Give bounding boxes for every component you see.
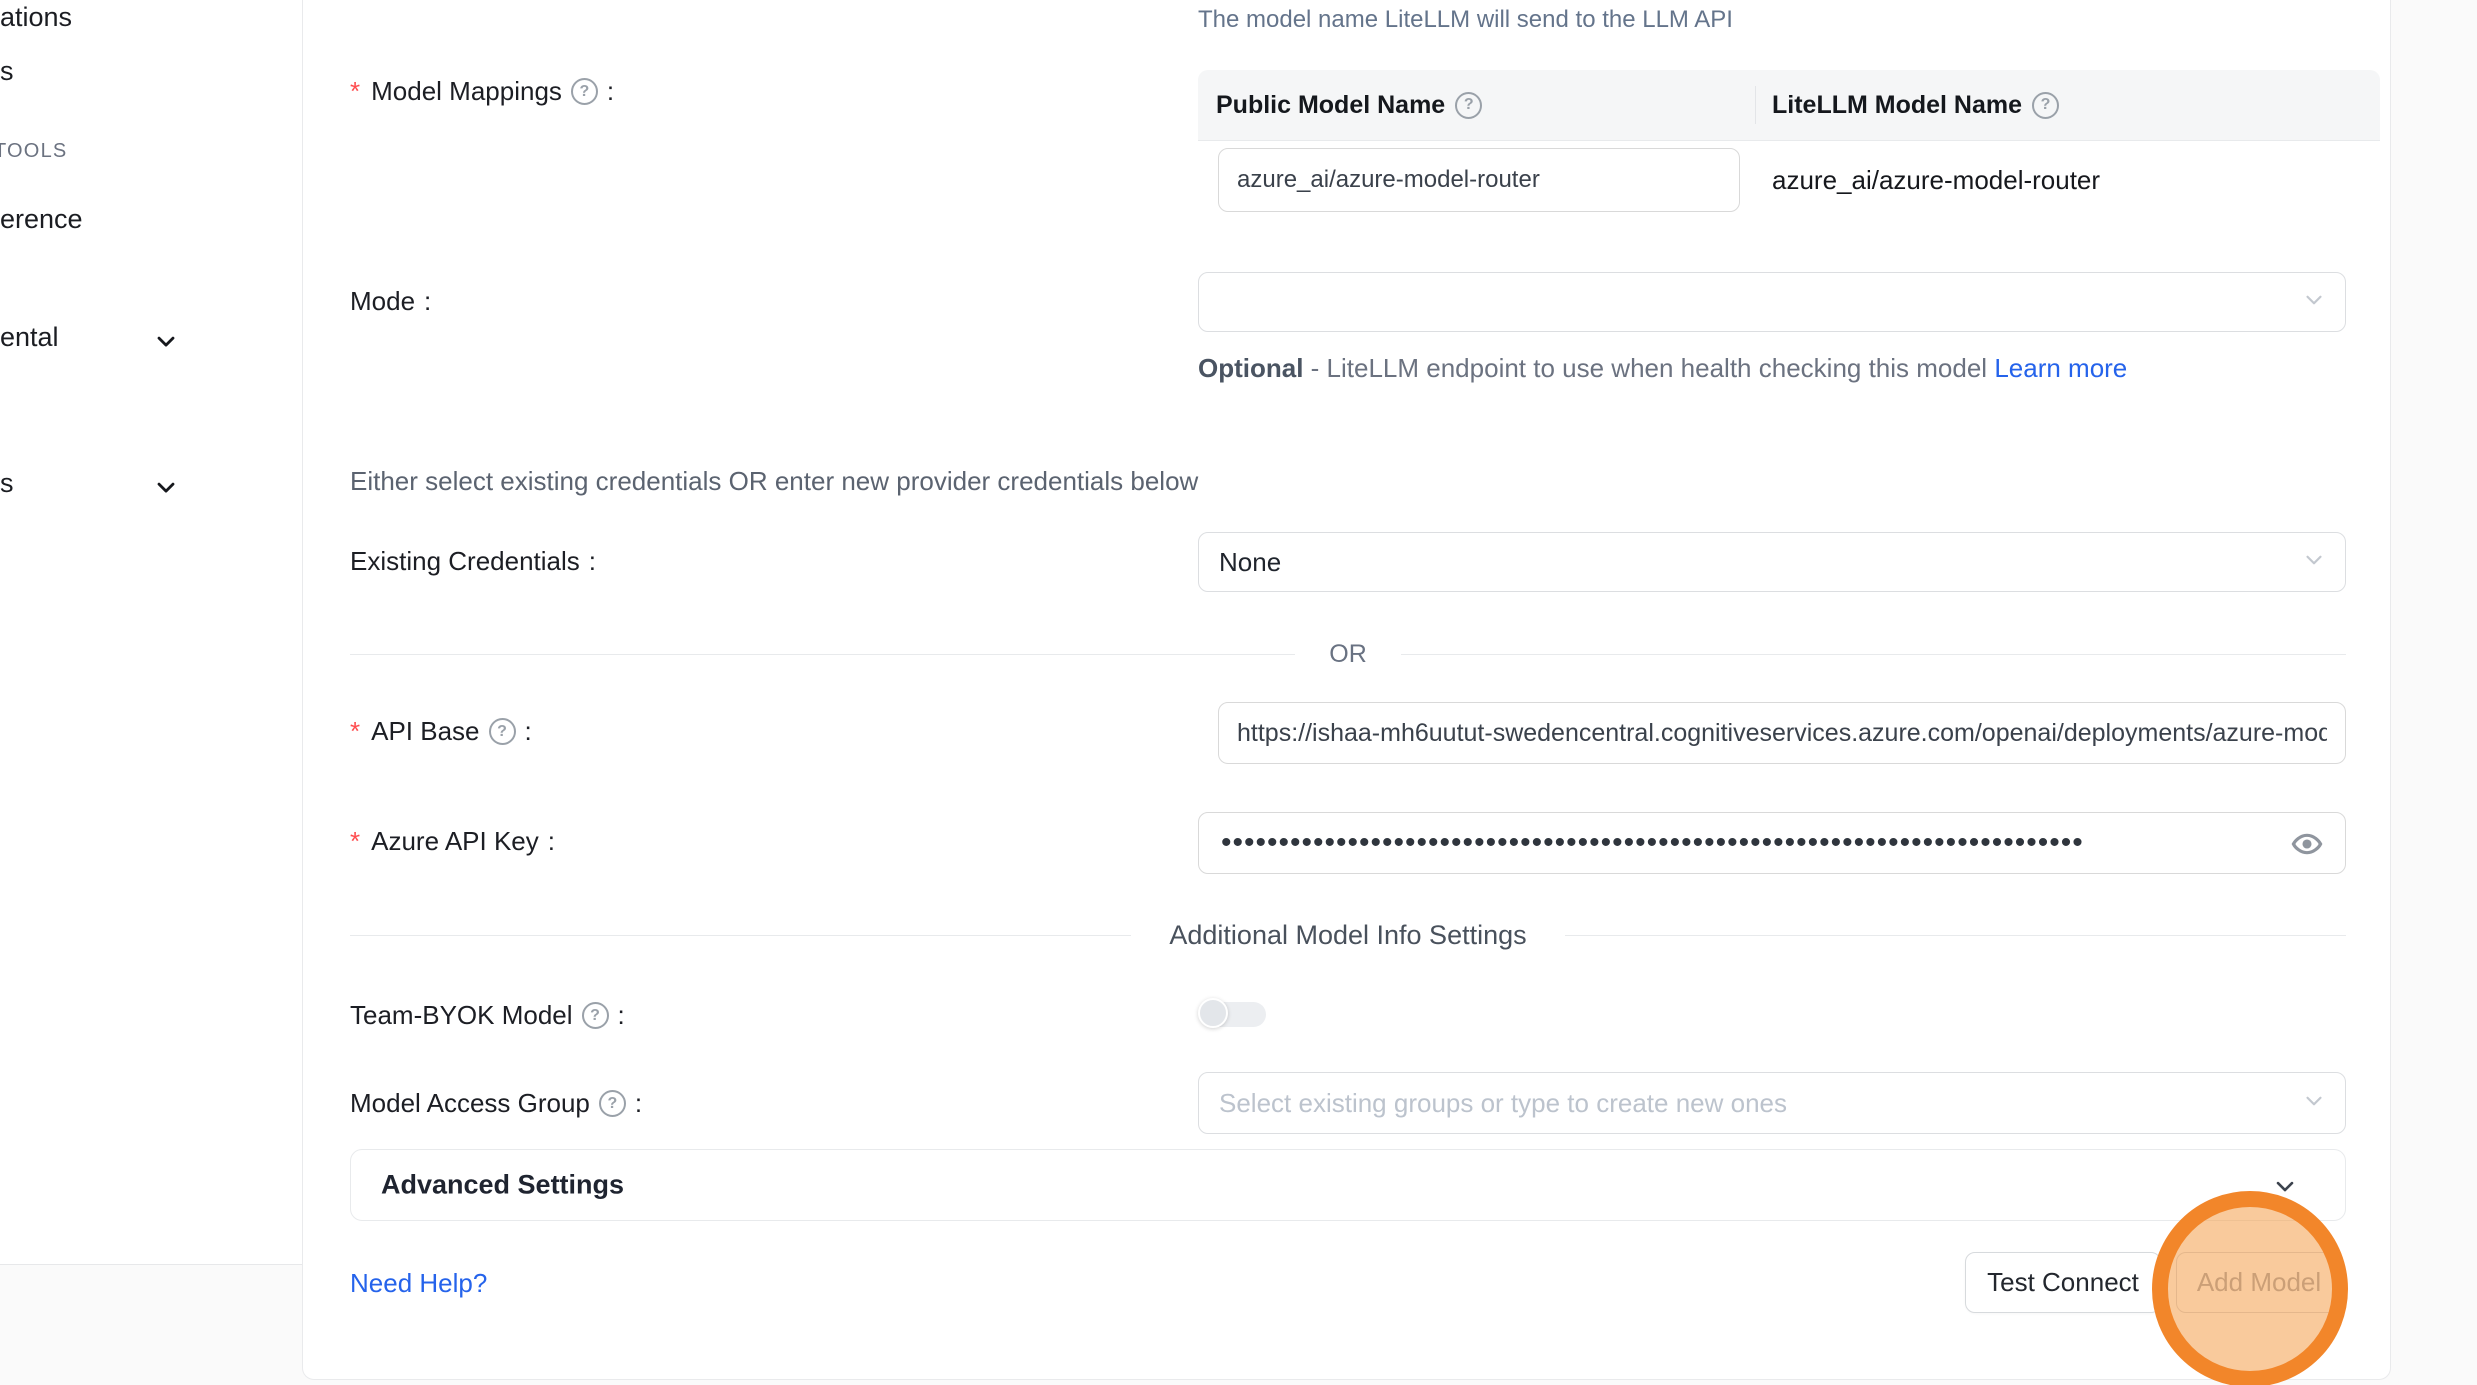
model-access-group-select[interactable]: Select existing groups or type to create… (1198, 1072, 2346, 1134)
credentials-note: Either select existing credentials OR en… (350, 466, 1198, 497)
chevron-down-icon[interactable] (152, 473, 180, 506)
mode-select[interactable] (1198, 272, 2346, 332)
api-base-label: * API Base ? : (350, 716, 532, 747)
existing-credentials-value: None (1219, 547, 1281, 578)
masked-api-key: ••••••••••••••••••••••••••••••••••••••••… (1199, 826, 2271, 860)
required-asterisk: * (350, 76, 360, 107)
team-byok-label: Team-BYOK Model ? : (350, 1000, 625, 1031)
model-mappings-label: * Model Mappings ? : (350, 76, 614, 107)
help-question-icon[interactable]: ? (2032, 92, 2059, 119)
team-byok-toggle[interactable] (1198, 998, 1268, 1030)
model-access-group-label: Model Access Group ? : (350, 1088, 642, 1119)
sidebar: ations s TOOLS erence ental s (0, 0, 303, 1265)
litellm-model-name-value: azure_ai/azure-model-router (1772, 148, 2100, 212)
test-connect-button[interactable]: Test Connect (1965, 1252, 2161, 1313)
sidebar-item[interactable]: erence (0, 204, 83, 235)
help-question-icon[interactable]: ? (489, 718, 516, 745)
public-model-name-input[interactable] (1219, 166, 1739, 194)
chevron-down-icon[interactable] (152, 327, 180, 360)
toggle-password-visibility-icon[interactable] (2291, 828, 2323, 865)
help-question-icon[interactable]: ? (571, 78, 598, 105)
model-access-group-placeholder: Select existing groups or type to create… (1219, 1088, 1787, 1119)
model-name-hint: The model name LiteLLM will send to the … (1198, 6, 1733, 34)
column-header-litellm-model-name: LiteLLM Model Name ? (1772, 70, 2059, 140)
chevron-down-icon (2301, 547, 2327, 578)
azure-api-key-field[interactable]: ••••••••••••••••••••••••••••••••••••••••… (1198, 812, 2346, 874)
add-model-page: ations s TOOLS erence ental s The model … (0, 0, 2477, 1385)
sidebar-item[interactable]: s (0, 468, 14, 499)
additional-settings-divider: Additional Model Info Settings (350, 918, 2346, 952)
chevron-down-icon (2301, 287, 2327, 318)
existing-credentials-select[interactable]: None (1198, 532, 2346, 592)
api-base-field[interactable] (1218, 702, 2346, 764)
header-divider (1755, 86, 1756, 124)
sidebar-item[interactable]: s (0, 56, 14, 87)
learn-more-link[interactable]: Learn more (1994, 353, 2127, 383)
public-model-name-field[interactable] (1218, 148, 1740, 212)
click-annotation-circle (2152, 1191, 2348, 1385)
sidebar-item[interactable]: ations (0, 2, 72, 33)
required-asterisk: * (350, 826, 360, 857)
need-help-link[interactable]: Need Help? (350, 1268, 487, 1299)
azure-api-key-label: * Azure API Key : (350, 826, 555, 857)
api-base-input[interactable] (1219, 719, 2345, 748)
help-question-icon[interactable]: ? (582, 1002, 609, 1029)
advanced-settings-panel[interactable]: Advanced Settings (350, 1149, 2346, 1221)
sidebar-item[interactable]: ental (0, 322, 59, 353)
mode-help-text: Optional - LiteLLM endpoint to use when … (1198, 348, 2208, 389)
sidebar-section-tools: TOOLS (0, 140, 67, 163)
existing-credentials-label: Existing Credentials : (350, 546, 596, 577)
help-question-icon[interactable]: ? (1455, 92, 1482, 119)
advanced-settings-title: Advanced Settings (381, 1170, 624, 1201)
mode-label: Mode : (350, 286, 431, 317)
help-question-icon[interactable]: ? (599, 1090, 626, 1117)
or-divider: OR (350, 640, 2346, 668)
required-asterisk: * (350, 716, 360, 747)
column-header-public-model-name: Public Model Name ? (1216, 70, 1482, 140)
chevron-down-icon (2301, 1088, 2327, 1119)
